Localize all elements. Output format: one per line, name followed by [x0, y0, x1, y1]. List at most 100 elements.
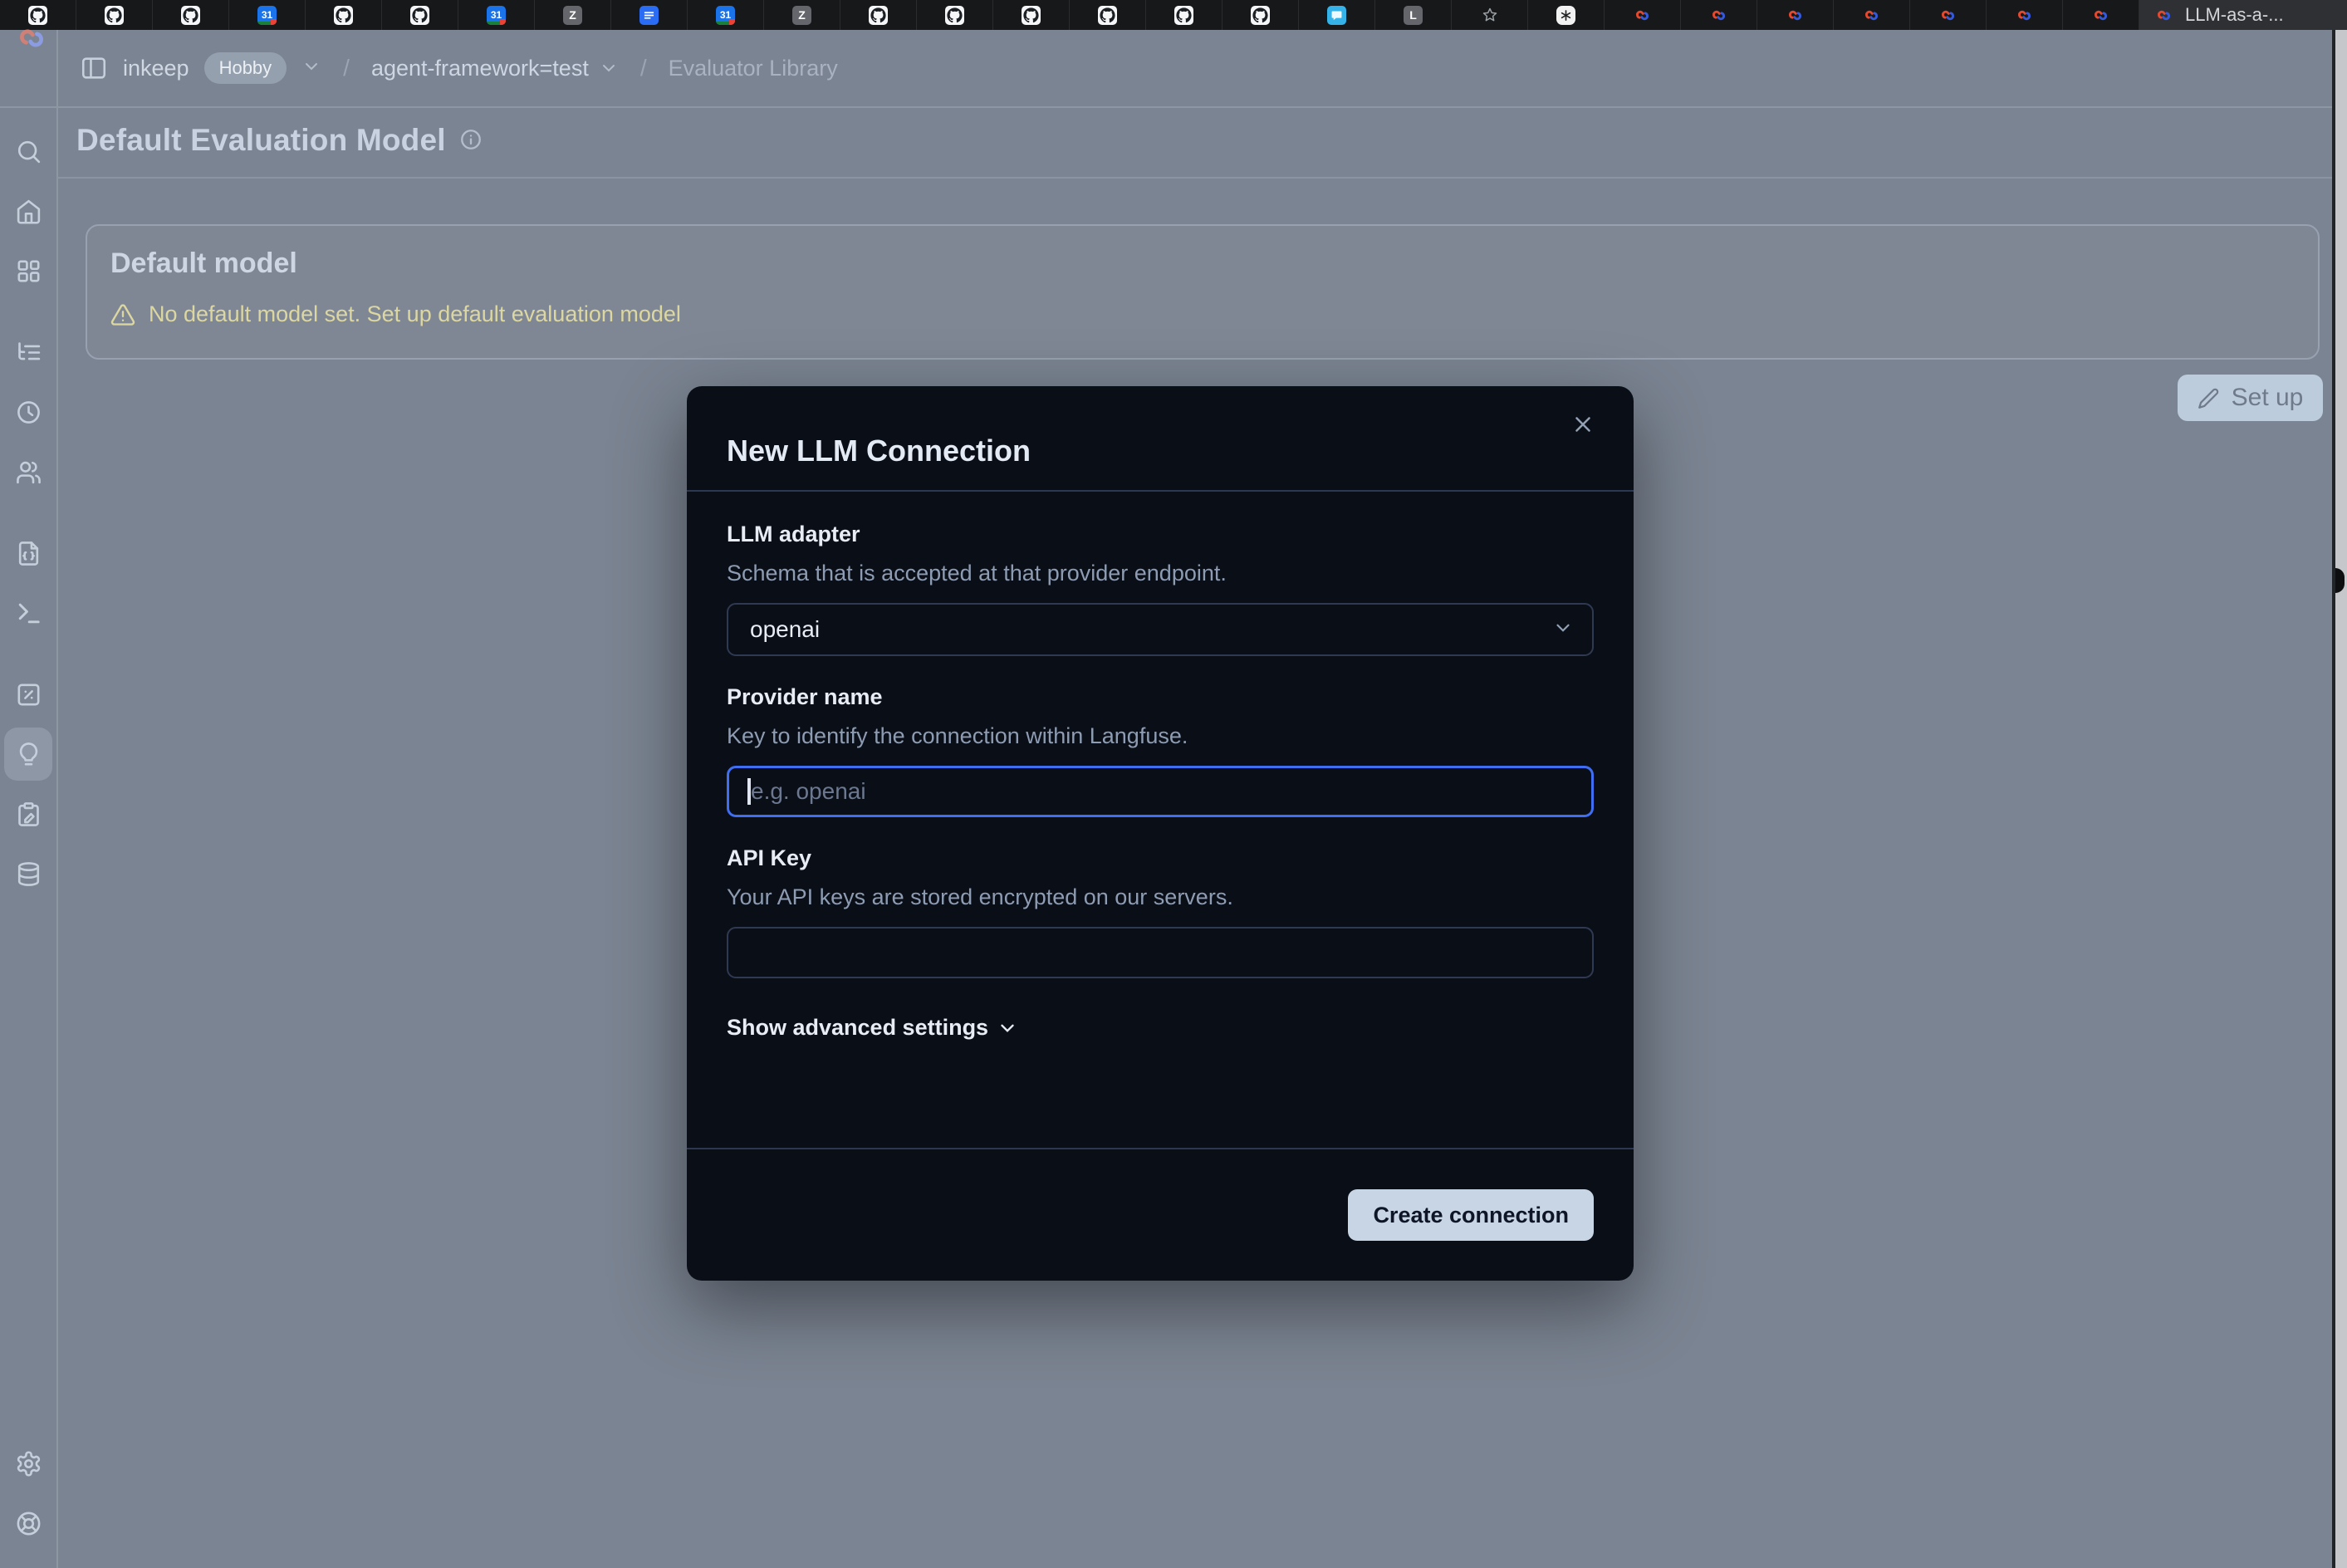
sidebar-item-settings[interactable] — [4, 1437, 52, 1490]
list-tree-icon — [15, 339, 42, 366]
sidebar-item-tracing[interactable] — [4, 326, 52, 379]
breadcrumb: inkeep Hobby / agent-framework=test / Ev… — [80, 30, 838, 106]
sidebar-item-scores[interactable] — [4, 668, 52, 721]
chat-app-favicon — [1327, 6, 1346, 25]
terminal-icon — [15, 600, 42, 627]
llm-adapter-select[interactable]: openai — [727, 603, 1594, 656]
show-advanced-settings-toggle[interactable]: Show advanced settings — [727, 1015, 1594, 1041]
no-default-model-warning: No default model set. Set up default eva… — [110, 301, 2293, 327]
percent-square-icon — [15, 681, 42, 708]
sidebar-item-search[interactable] — [4, 125, 52, 178]
card-title: Default model — [110, 247, 2293, 280]
sidebar-item-sessions[interactable] — [4, 385, 52, 439]
github-favicon — [1174, 6, 1193, 25]
sidebar-item-home[interactable] — [4, 184, 52, 238]
dashboard-icon — [15, 257, 42, 285]
browser-tab[interactable] — [76, 0, 153, 30]
sidebar-item-evaluators[interactable] — [4, 728, 52, 781]
browser-tab[interactable] — [917, 0, 993, 30]
browser-tab[interactable] — [840, 0, 917, 30]
clipboard-pen-icon — [15, 801, 42, 828]
set-up-label: Set up — [2232, 384, 2304, 412]
advanced-settings-label: Show advanced settings — [727, 1015, 988, 1041]
browser-tab-active[interactable]: LLM-as-a-... — [2139, 0, 2347, 30]
close-icon[interactable] — [1565, 411, 1600, 438]
info-icon[interactable] — [459, 128, 483, 155]
chevron-down-icon[interactable] — [301, 56, 321, 81]
sidebar-toggle-button[interactable] — [80, 54, 108, 82]
langfuse-favicon — [2154, 6, 2173, 25]
breadcrumb-project[interactable]: agent-framework=test — [371, 56, 619, 81]
sliver-notch — [2335, 568, 2345, 593]
github-favicon — [1098, 6, 1117, 25]
browser-tab[interactable] — [1452, 0, 1528, 30]
browser-tab[interactable]: Z — [535, 0, 611, 30]
browser-tab[interactable] — [306, 0, 382, 30]
provider-name-input[interactable] — [727, 766, 1594, 817]
chevron-down-icon — [997, 1017, 1018, 1039]
warning-text: No default model set. Set up default eva… — [149, 301, 681, 327]
langfuse-favicon — [1862, 6, 1881, 25]
api-key-label: API Key — [727, 845, 1594, 871]
browser-tab[interactable]: L — [1375, 0, 1452, 30]
browser-tab[interactable] — [1987, 0, 2063, 30]
plan-badge: Hobby — [204, 52, 287, 84]
browser-tab[interactable] — [1070, 0, 1146, 30]
browser-tab[interactable]: 31 — [688, 0, 764, 30]
modal-title: New LLM Connection — [727, 434, 1031, 468]
github-favicon — [1251, 6, 1270, 25]
langfuse-favicon — [2091, 6, 2110, 25]
browser-tab[interactable] — [153, 0, 229, 30]
browser-tab[interactable] — [1528, 0, 1605, 30]
sidebar-item-annotation[interactable] — [4, 787, 52, 840]
api-key-input[interactable] — [727, 927, 1594, 978]
browser-tab[interactable] — [1834, 0, 1910, 30]
adjacent-window-sliver — [2335, 30, 2347, 1568]
sidebar-item-datasets[interactable] — [4, 847, 52, 900]
llm-adapter-field: LLM adapter Schema that is accepted at t… — [727, 522, 1594, 656]
openai-favicon — [1556, 6, 1575, 25]
api-key-field: API Key Your API keys are stored encrypt… — [727, 845, 1594, 978]
breadcrumb-separator: / — [336, 55, 356, 81]
content-divider — [57, 177, 2334, 179]
sidebar-item-support[interactable] — [4, 1497, 52, 1550]
browser-tab[interactable]: 31 — [458, 0, 535, 30]
browser-tab[interactable] — [1605, 0, 1681, 30]
browser-tab[interactable] — [1146, 0, 1222, 30]
create-connection-button[interactable]: Create connection — [1348, 1189, 1594, 1241]
browser-tab[interactable] — [1222, 0, 1299, 30]
home-icon — [15, 198, 42, 225]
llm-adapter-value: openai — [750, 616, 820, 643]
set-up-button[interactable]: Set up — [2178, 375, 2323, 421]
database-icon — [15, 860, 42, 888]
sidebar-item-users[interactable] — [4, 445, 52, 498]
z-app-favicon: Z — [792, 6, 811, 25]
github-favicon — [105, 6, 124, 25]
breadcrumb-org[interactable]: inkeep — [123, 56, 189, 81]
browser-tab[interactable]: 31 — [229, 0, 306, 30]
github-favicon — [334, 6, 353, 25]
browser-tab[interactable] — [1299, 0, 1375, 30]
browser-tab[interactable] — [382, 0, 458, 30]
browser-tab[interactable]: Z — [764, 0, 840, 30]
llm-adapter-label: LLM adapter — [727, 522, 1594, 547]
provider-name-field: Provider name Key to identify the connec… — [727, 684, 1594, 817]
langfuse-favicon — [1786, 6, 1805, 25]
browser-tab[interactable] — [1681, 0, 1757, 30]
sidebar-item-playground[interactable] — [4, 586, 52, 639]
star-favicon — [1480, 6, 1499, 25]
browser-tab[interactable] — [2063, 0, 2139, 30]
browser-tab[interactable] — [611, 0, 688, 30]
sidebar-item-dashboards[interactable] — [4, 244, 52, 297]
browser-tab[interactable] — [1757, 0, 1834, 30]
file-json-icon — [15, 540, 42, 567]
active-tab-title: LLM-as-a-... — [2185, 4, 2284, 26]
modal-body: LLM adapter Schema that is accepted at t… — [687, 492, 1634, 1041]
sidebar-bottom-nav — [0, 1437, 56, 1556]
google-calendar-favicon: 31 — [716, 6, 735, 25]
browser-tab[interactable] — [993, 0, 1070, 30]
sidebar-item-prompts[interactable] — [4, 527, 52, 580]
google-docs-favicon — [639, 6, 659, 25]
modal-footer: Create connection — [687, 1148, 1634, 1281]
browser-tab[interactable] — [1910, 0, 1987, 30]
